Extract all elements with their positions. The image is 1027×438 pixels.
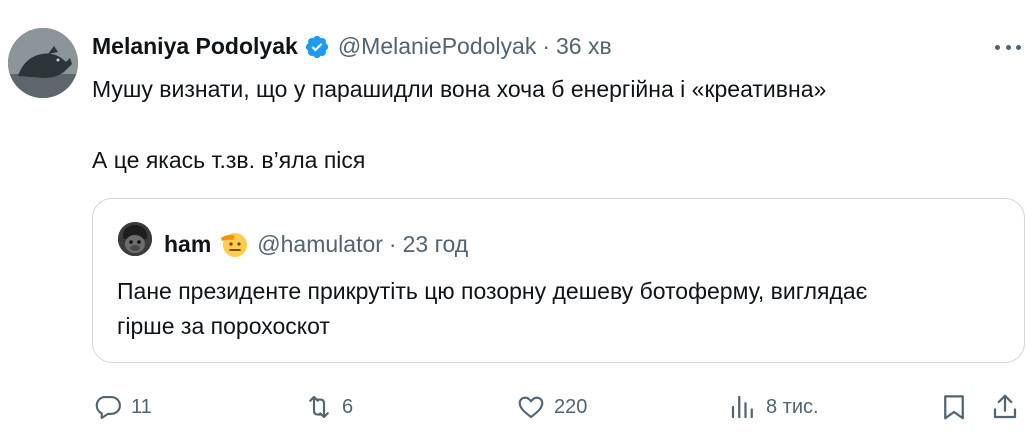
- views-button[interactable]: 8 тис.: [728, 392, 819, 422]
- reply-count: 11: [131, 395, 152, 418]
- quoted-author-avatar[interactable]: [118, 222, 152, 256]
- separator-dot: ·: [542, 33, 550, 59]
- like-icon: [518, 396, 544, 419]
- tweet-text-line: Мушу визнати, що у парашидли вона хоча б…: [92, 76, 827, 102]
- like-count: 220: [554, 395, 588, 418]
- quoted-tweet[interactable]: ham @hamulator · 23 год Пане президенте …: [92, 198, 1025, 363]
- repost-count: 6: [342, 395, 354, 418]
- quoted-author-name[interactable]: ham: [164, 231, 211, 258]
- like-button[interactable]: 220: [516, 392, 587, 422]
- repost-button[interactable]: 6: [304, 392, 353, 422]
- reply-button[interactable]: 11: [93, 392, 152, 422]
- author-avatar[interactable]: [8, 28, 78, 98]
- reply-icon: [95, 395, 121, 419]
- repost-icon: [309, 395, 329, 419]
- bookmark-button[interactable]: [939, 392, 969, 422]
- tweet-text-line: А це якась т.зв. в’яла піся: [92, 147, 366, 173]
- verified-badge-icon: [305, 35, 328, 58]
- share-button[interactable]: [990, 392, 1020, 422]
- bookmark-icon: [944, 395, 964, 420]
- views-icon: [731, 395, 753, 419]
- views-count: 8 тис.: [766, 395, 819, 418]
- more-icon[interactable]: [995, 40, 1021, 54]
- quoted-timestamp[interactable]: 23 год: [403, 231, 469, 258]
- saluting-face-emoji: [221, 233, 248, 257]
- quoted-author-handle[interactable]: @hamulator: [257, 231, 383, 258]
- tweet-header: Melaniya Podolyak @MelaniePodolyak · 36 …: [92, 33, 612, 60]
- quoted-text-line: гірше за порохоскот: [117, 313, 330, 339]
- quoted-text-line: Пане президенте прикрутіть цю позорну де…: [117, 278, 868, 304]
- quoted-header: ham @hamulator · 23 год: [164, 229, 468, 259]
- share-icon: [993, 394, 1017, 419]
- tweet-actions: 11 6 220 8 тис.: [0, 392, 1027, 426]
- separator-dot: ·: [388, 230, 397, 257]
- author-handle[interactable]: @MelaniePodolyak: [338, 33, 537, 60]
- tweet-timestamp[interactable]: 36 хв: [556, 33, 612, 60]
- author-name[interactable]: Melaniya Podolyak: [92, 33, 298, 60]
